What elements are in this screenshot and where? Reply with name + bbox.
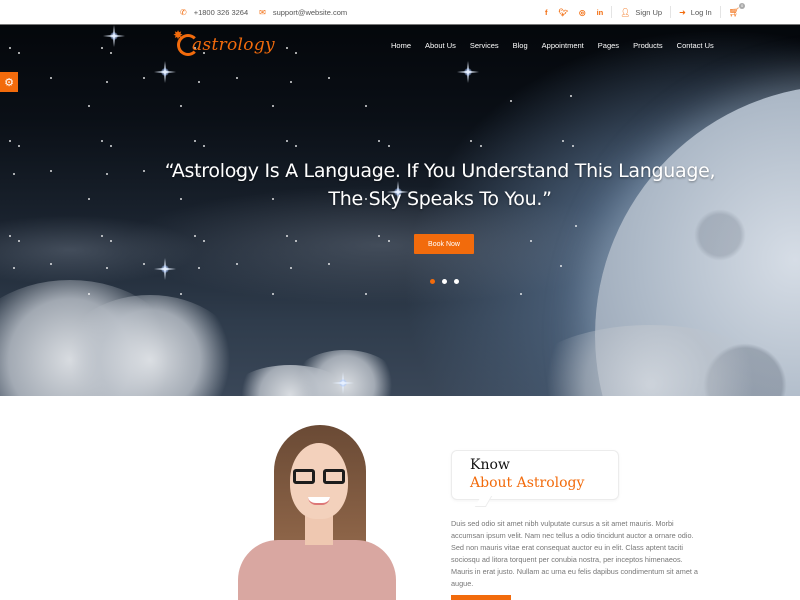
settings-toggle-button[interactable]: ⚙	[0, 72, 18, 92]
sign-in-icon: ➜	[679, 7, 686, 17]
star-sparkle	[154, 61, 176, 83]
slider-pagination	[430, 279, 459, 284]
hero-quote: “Astrology Is A Language. If You Underst…	[150, 157, 730, 213]
nav-services[interactable]: Services	[470, 41, 499, 50]
nav-about-us[interactable]: About Us	[425, 41, 456, 50]
glasses	[293, 469, 345, 485]
nav-blog[interactable]: Blog	[513, 41, 528, 50]
cart-button[interactable]: 🛒︎ 0	[728, 2, 746, 18]
slide-dot-2[interactable]	[442, 279, 447, 284]
about-heading-box: Know About Astrology	[451, 450, 619, 500]
user-plus-icon: 👤︎	[620, 7, 631, 17]
read-more-button[interactable]	[451, 595, 511, 600]
slide-dot-3[interactable]	[454, 279, 459, 284]
site-logo[interactable]: astrology	[173, 28, 275, 56]
divider	[670, 6, 672, 18]
contact-info: ✆ +1800 326 3264 ✉ support@website.com	[180, 0, 347, 24]
about-heading-line-2: About Astrology	[470, 475, 585, 491]
nav-pages[interactable]: Pages	[598, 41, 619, 50]
sun-logo-icon	[173, 28, 199, 56]
star-sparkle	[103, 25, 125, 47]
star-sparkle	[154, 258, 176, 280]
logo-text: astrology	[192, 35, 275, 55]
signup-link[interactable]: 👤︎ Sign Up	[620, 8, 662, 17]
email-icon: ✉	[259, 7, 266, 17]
star-sparkle	[332, 372, 354, 394]
email-address[interactable]: support@website.com	[273, 8, 347, 17]
instagram-icon[interactable]: ◎	[579, 8, 586, 17]
nav-appointment[interactable]: Appointment	[542, 41, 584, 50]
nav-contact-us[interactable]: Contact Us	[677, 41, 714, 50]
cart-count-badge: 0	[739, 2, 746, 9]
nav-home[interactable]: Home	[391, 41, 411, 50]
slide-dot-1[interactable]	[430, 279, 435, 284]
top-bar-actions: f 🐦︎ ◎ in 👤︎ Sign Up ➜ Log In 🛒︎ 0	[545, 0, 746, 24]
hero-slider: astrology Home About Us Services Blog Ap…	[0, 25, 800, 396]
signup-label: Sign Up	[635, 7, 663, 17]
book-now-button[interactable]: Book Now	[414, 234, 474, 254]
phone-icon: ✆	[180, 7, 187, 17]
linkedin-icon[interactable]: in	[597, 8, 604, 17]
gear-icon: ⚙	[4, 76, 14, 89]
quote-line-1: “Astrology Is A Language. If You Underst…	[164, 160, 716, 182]
login-link[interactable]: ➜ Log In	[679, 8, 712, 17]
quote-line-2: The Sky Speaks To You.”	[328, 188, 552, 210]
phone-number[interactable]: +1800 326 3264	[194, 8, 248, 17]
divider	[719, 6, 721, 18]
about-woman-photo	[232, 425, 402, 600]
nav-products[interactable]: Products	[633, 41, 663, 50]
top-bar: ✆ +1800 326 3264 ✉ support@website.com f…	[0, 0, 800, 25]
star-sparkle	[457, 61, 479, 83]
about-paragraph: Duis sed odio sit amet nibh vulputate cu…	[451, 519, 698, 589]
main-nav: Home About Us Services Blog Appointment …	[391, 41, 714, 50]
login-label: Log In	[690, 7, 712, 17]
facebook-icon[interactable]: f	[545, 8, 548, 17]
twitter-icon[interactable]: 🐦︎	[559, 8, 569, 17]
cart-icon: 🛒︎	[728, 6, 741, 17]
divider	[611, 6, 613, 18]
about-heading-line-1: Know	[470, 457, 510, 473]
